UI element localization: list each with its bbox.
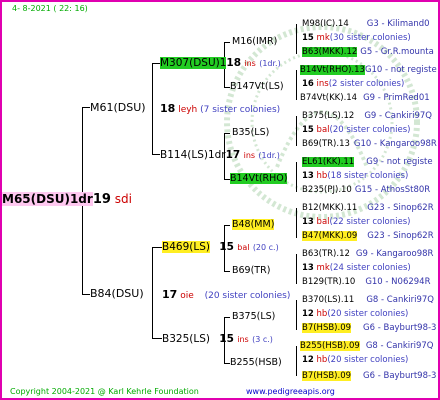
connector (224, 271, 230, 272)
connector (296, 346, 297, 376)
g4-entry[interactable]: EL61(KK).11 G9 - not registe (302, 157, 433, 168)
g4-entry[interactable]: M98(IC).14 G3 - Kilimand0 (302, 19, 430, 30)
g4-entry[interactable]: B235(PJ).10 G15 - AthosSt80R (302, 185, 430, 196)
parent-node-bottom[interactable]: B84(DSU) (90, 287, 144, 301)
ancestor-node-h[interactable]: B255(HSB) (230, 357, 282, 368)
node-name: B469(LS) (162, 241, 210, 253)
ancestor-a-details: 15 mk(30 sister colonies) (302, 33, 411, 43)
parent-top-details: 18 leyh (7 sister colonies) (160, 102, 280, 117)
grandparent-node-c[interactable]: B469(LS) 15 bal (20 c.) (162, 240, 279, 255)
g4-entry[interactable]: B63(TR).12 G9 - Kangaroo98R (302, 249, 433, 260)
ancestor-h-details: 12 hb(20 sister colonies) (302, 355, 409, 365)
g4-entry[interactable]: B14Vt(RHO).13G10 - not registe (300, 65, 437, 76)
connector (296, 300, 297, 330)
g4-entry[interactable]: B69(TR).13 G10 - Kangaroo98R (302, 139, 437, 150)
connector (152, 247, 153, 339)
connector (152, 63, 153, 155)
sister-count: (20 sister colonies) (204, 291, 291, 301)
ancestor-node-a[interactable]: M16(IMR) (232, 36, 277, 47)
root-node[interactable]: M65(DSU)1dr19 sdi (2, 192, 132, 207)
node-name: B84(DSU) (90, 287, 144, 300)
grandparent-node-a[interactable]: M307(DSU)118 ins (1dr.) (160, 56, 281, 71)
node-number: 17 (162, 288, 178, 301)
connector (224, 133, 230, 134)
connector (296, 162, 297, 192)
parent-node-top[interactable]: M61(DSU) (90, 101, 146, 115)
g4-entry[interactable]: B47(MKK).09 G23 - Sinop62R (302, 231, 434, 242)
ancestor-node-c[interactable]: B35(LS) (232, 127, 269, 138)
ancestor-node-e[interactable]: B48(MM) (232, 219, 275, 230)
grandparent-node-b[interactable]: B114(LS)1dr17 ins (1dr.) (160, 148, 280, 163)
timestamp: 4- 8-2021 ( 22: 16) (12, 4, 88, 13)
connector (152, 247, 162, 248)
parent-bottom-details: 17 oie (20 sister colonies) (162, 288, 290, 303)
connector (152, 338, 162, 339)
connector (224, 225, 230, 226)
ancestor-node-f[interactable]: B69(TR) (232, 265, 270, 276)
g4-entry[interactable]: B129(TR).10 G10 - N06294R (302, 277, 431, 288)
ancestor-c-details: 15 bal(20 sister colonies) (302, 125, 411, 135)
g4-entry[interactable]: B7(HSB).09 G6 - Bayburt98-3 (302, 323, 436, 334)
ancestor-f-details: 13 mk(24 sister colonies) (302, 263, 411, 273)
ancestor-d-details: 13 hb(18 sister colonies) (302, 171, 409, 181)
connector (296, 116, 297, 146)
ancestor-e-details: 13 bal(22 sister colonies) (302, 217, 411, 227)
node-name: M307(DSU)1 (160, 57, 227, 69)
connector (82, 294, 90, 295)
connector (296, 254, 297, 284)
node-number: 18 (160, 102, 176, 115)
root-number: 19 (92, 192, 111, 207)
connector (152, 154, 160, 155)
root-note: sdi (114, 192, 132, 206)
g4-entry[interactable]: B74Vt(KK).14 G9 - PrimRed01 (300, 93, 430, 104)
connector (152, 63, 160, 64)
pedigree-frame: { "header": { "date": "4- 8-2021 ( 22: 1… (0, 0, 440, 400)
g4-entry[interactable]: B370(LS).11 G8 - Cankiri97Q (302, 295, 434, 306)
node-name: B325(LS) (162, 333, 210, 345)
node-note: leyh (178, 105, 198, 115)
ancestor-node-b[interactable]: B147Vt(LS) (230, 81, 284, 92)
grandparent-node-d[interactable]: B325(LS) 15 ins (3 c.) (162, 332, 273, 347)
sister-count: (7 sister colonies) (200, 105, 281, 115)
g4-entry[interactable]: B375(LS).12 G9 - Cankiri97Q (302, 111, 432, 122)
connector (224, 42, 230, 43)
node-name: B114(LS)1dr (160, 149, 226, 161)
connector (296, 24, 297, 54)
ancestor-g-details: 12 hb(20 sister colonies) (302, 309, 409, 319)
node-note: oie (180, 291, 194, 301)
root-name: M65(DSU)1dr (2, 192, 93, 206)
connector (224, 317, 230, 318)
site-link[interactable]: www.pedigreeapis.org (246, 387, 335, 396)
g4-entry[interactable]: B7(HSB).09 G6 - Bayburt98-3 (302, 371, 436, 382)
connector (82, 107, 90, 108)
g4-entry[interactable]: B63(MKK).12 G5 - Gr.R.mounta (302, 47, 434, 58)
copyright-text: Copyright 2004-2021 @ Karl Kehrle Founda… (10, 387, 199, 396)
g4-entry[interactable]: B12(MKK).11 G23 - Sinop62R (302, 203, 434, 214)
ancestor-b-details: 16 ins(2 sister colonies) (302, 79, 405, 89)
connector (296, 70, 297, 100)
node-name: M61(DSU) (90, 101, 146, 114)
connector (296, 208, 297, 238)
ancestor-node-g[interactable]: B375(LS) (232, 311, 275, 322)
ancestor-node-d[interactable]: B14Vt(RHO) (230, 173, 288, 184)
g4-entry[interactable]: B255(HSB).09 G8 - Cankiri97Q (300, 341, 433, 352)
